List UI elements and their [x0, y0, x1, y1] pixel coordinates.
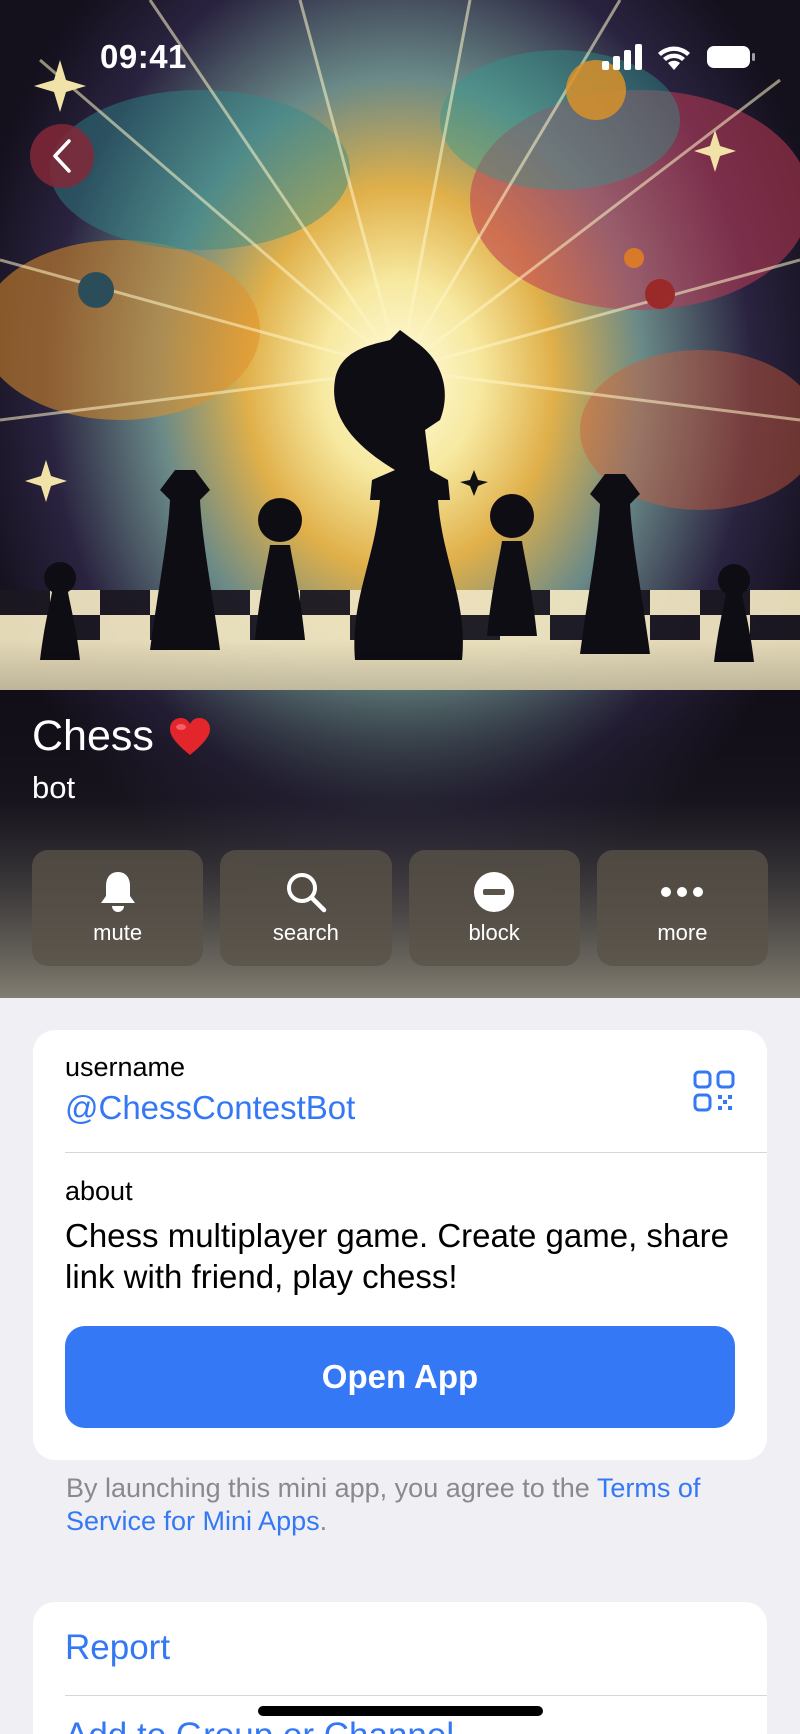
search-icon [284, 870, 328, 914]
more-button[interactable]: more [596, 850, 768, 966]
block-label: block [468, 920, 520, 945]
bot-info-card: username @ChessContestBot about Chess mu… [33, 1030, 767, 1460]
home-indicator [258, 1706, 543, 1716]
profile-name: Chess [32, 712, 212, 761]
profile-subtitle: bot [32, 770, 76, 805]
profile-actions: mute search block more [32, 850, 768, 966]
divider [65, 1152, 767, 1153]
more-label: more [657, 920, 708, 945]
qr-code-icon[interactable] [693, 1070, 735, 1112]
mute-button[interactable]: mute [32, 850, 204, 966]
profile-hero: 09:41 Chess bot mute search block more [0, 0, 800, 998]
block-button[interactable]: block [408, 850, 580, 966]
username-row[interactable]: username @ChessContestBot [65, 1052, 735, 1127]
username-label: username [65, 1052, 186, 1082]
battery-icon [707, 46, 755, 68]
about-text: Chess multiplayer game. Create game, sha… [65, 1217, 729, 1295]
terms-text: By launching this mini app, you agree to… [66, 1473, 597, 1503]
more-icon [660, 870, 704, 914]
about-row: about Chess multiplayer game. Create gam… [65, 1176, 735, 1297]
terms-end: . [319, 1506, 328, 1536]
mute-label: mute [93, 920, 143, 945]
status-time: 09:41 [100, 38, 187, 75]
divider [65, 1695, 767, 1696]
profile-name-text: Chess [32, 712, 154, 760]
status-icons [602, 44, 756, 70]
status-bar: 09:41 [0, 0, 800, 110]
add-to-group-button[interactable]: Add to Group or Channel [65, 1716, 454, 1734]
bell-icon [96, 870, 140, 914]
username-value[interactable]: @ChessContestBot [65, 1089, 735, 1127]
back-button[interactable] [30, 124, 94, 188]
wifi-icon [658, 46, 690, 70]
terms-notice: By launching this mini app, you agree to… [66, 1472, 746, 1538]
chevron-left-icon [53, 139, 71, 173]
chess-hero-image [0, 0, 800, 998]
search-button[interactable]: search [220, 850, 392, 966]
search-label: search [272, 920, 339, 945]
cellular-signal-icon [602, 44, 642, 70]
report-button[interactable]: Report [65, 1628, 170, 1668]
block-icon [472, 870, 516, 914]
open-app-button[interactable]: Open App [65, 1326, 735, 1428]
heart-emoji-icon [169, 717, 210, 755]
about-label: about [65, 1176, 133, 1206]
